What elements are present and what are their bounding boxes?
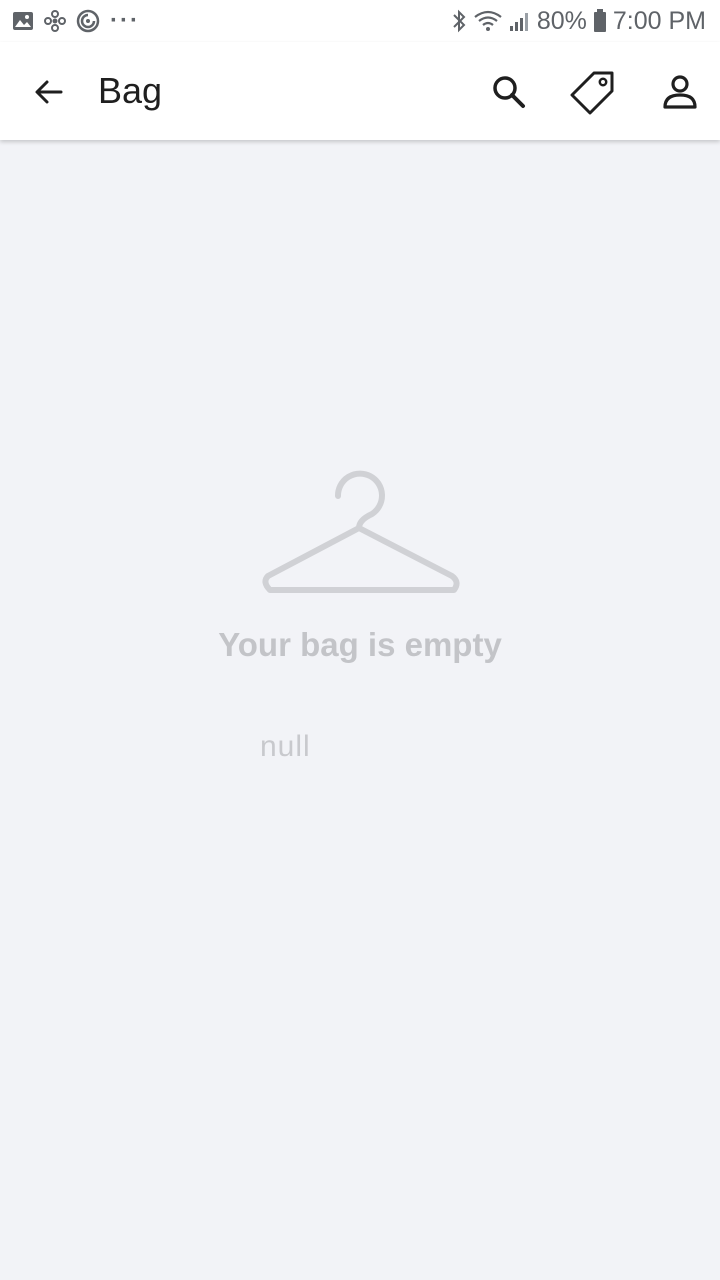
account-button[interactable] [654, 66, 706, 118]
empty-bag-message: Your bag is empty [218, 626, 502, 663]
wifi-icon [473, 9, 503, 33]
image-icon [12, 11, 34, 31]
back-button[interactable] [24, 67, 74, 117]
account-icon [663, 75, 697, 109]
status-bar: ··· 80% 7:00 PM [0, 0, 720, 42]
signal-icon [509, 10, 531, 32]
sync-icon [76, 9, 100, 33]
page-title: Bag [98, 70, 163, 111]
bluetooth-icon [451, 8, 467, 34]
battery-icon [593, 9, 607, 33]
tag-icon [570, 71, 614, 115]
battery-percent: 80% [536, 6, 587, 35]
status-notification-icons: ··· [12, 8, 150, 34]
pinwheel-icon [44, 10, 66, 32]
search-icon [493, 76, 525, 108]
tag-button[interactable] [567, 66, 619, 118]
search-button[interactable] [483, 66, 535, 118]
status-system-icons: 80% 7:00 PM [445, 6, 706, 36]
empty-bag-state: Your bag is empty null [0, 140, 720, 1280]
hanger-icon [262, 470, 460, 593]
empty-bag-submessage: null [260, 730, 311, 763]
app-bar: Bag [0, 42, 720, 140]
clock: 7:00 PM [612, 6, 706, 35]
more-dots-icon: ··· [110, 7, 140, 34]
back-arrow-icon [35, 80, 63, 104]
